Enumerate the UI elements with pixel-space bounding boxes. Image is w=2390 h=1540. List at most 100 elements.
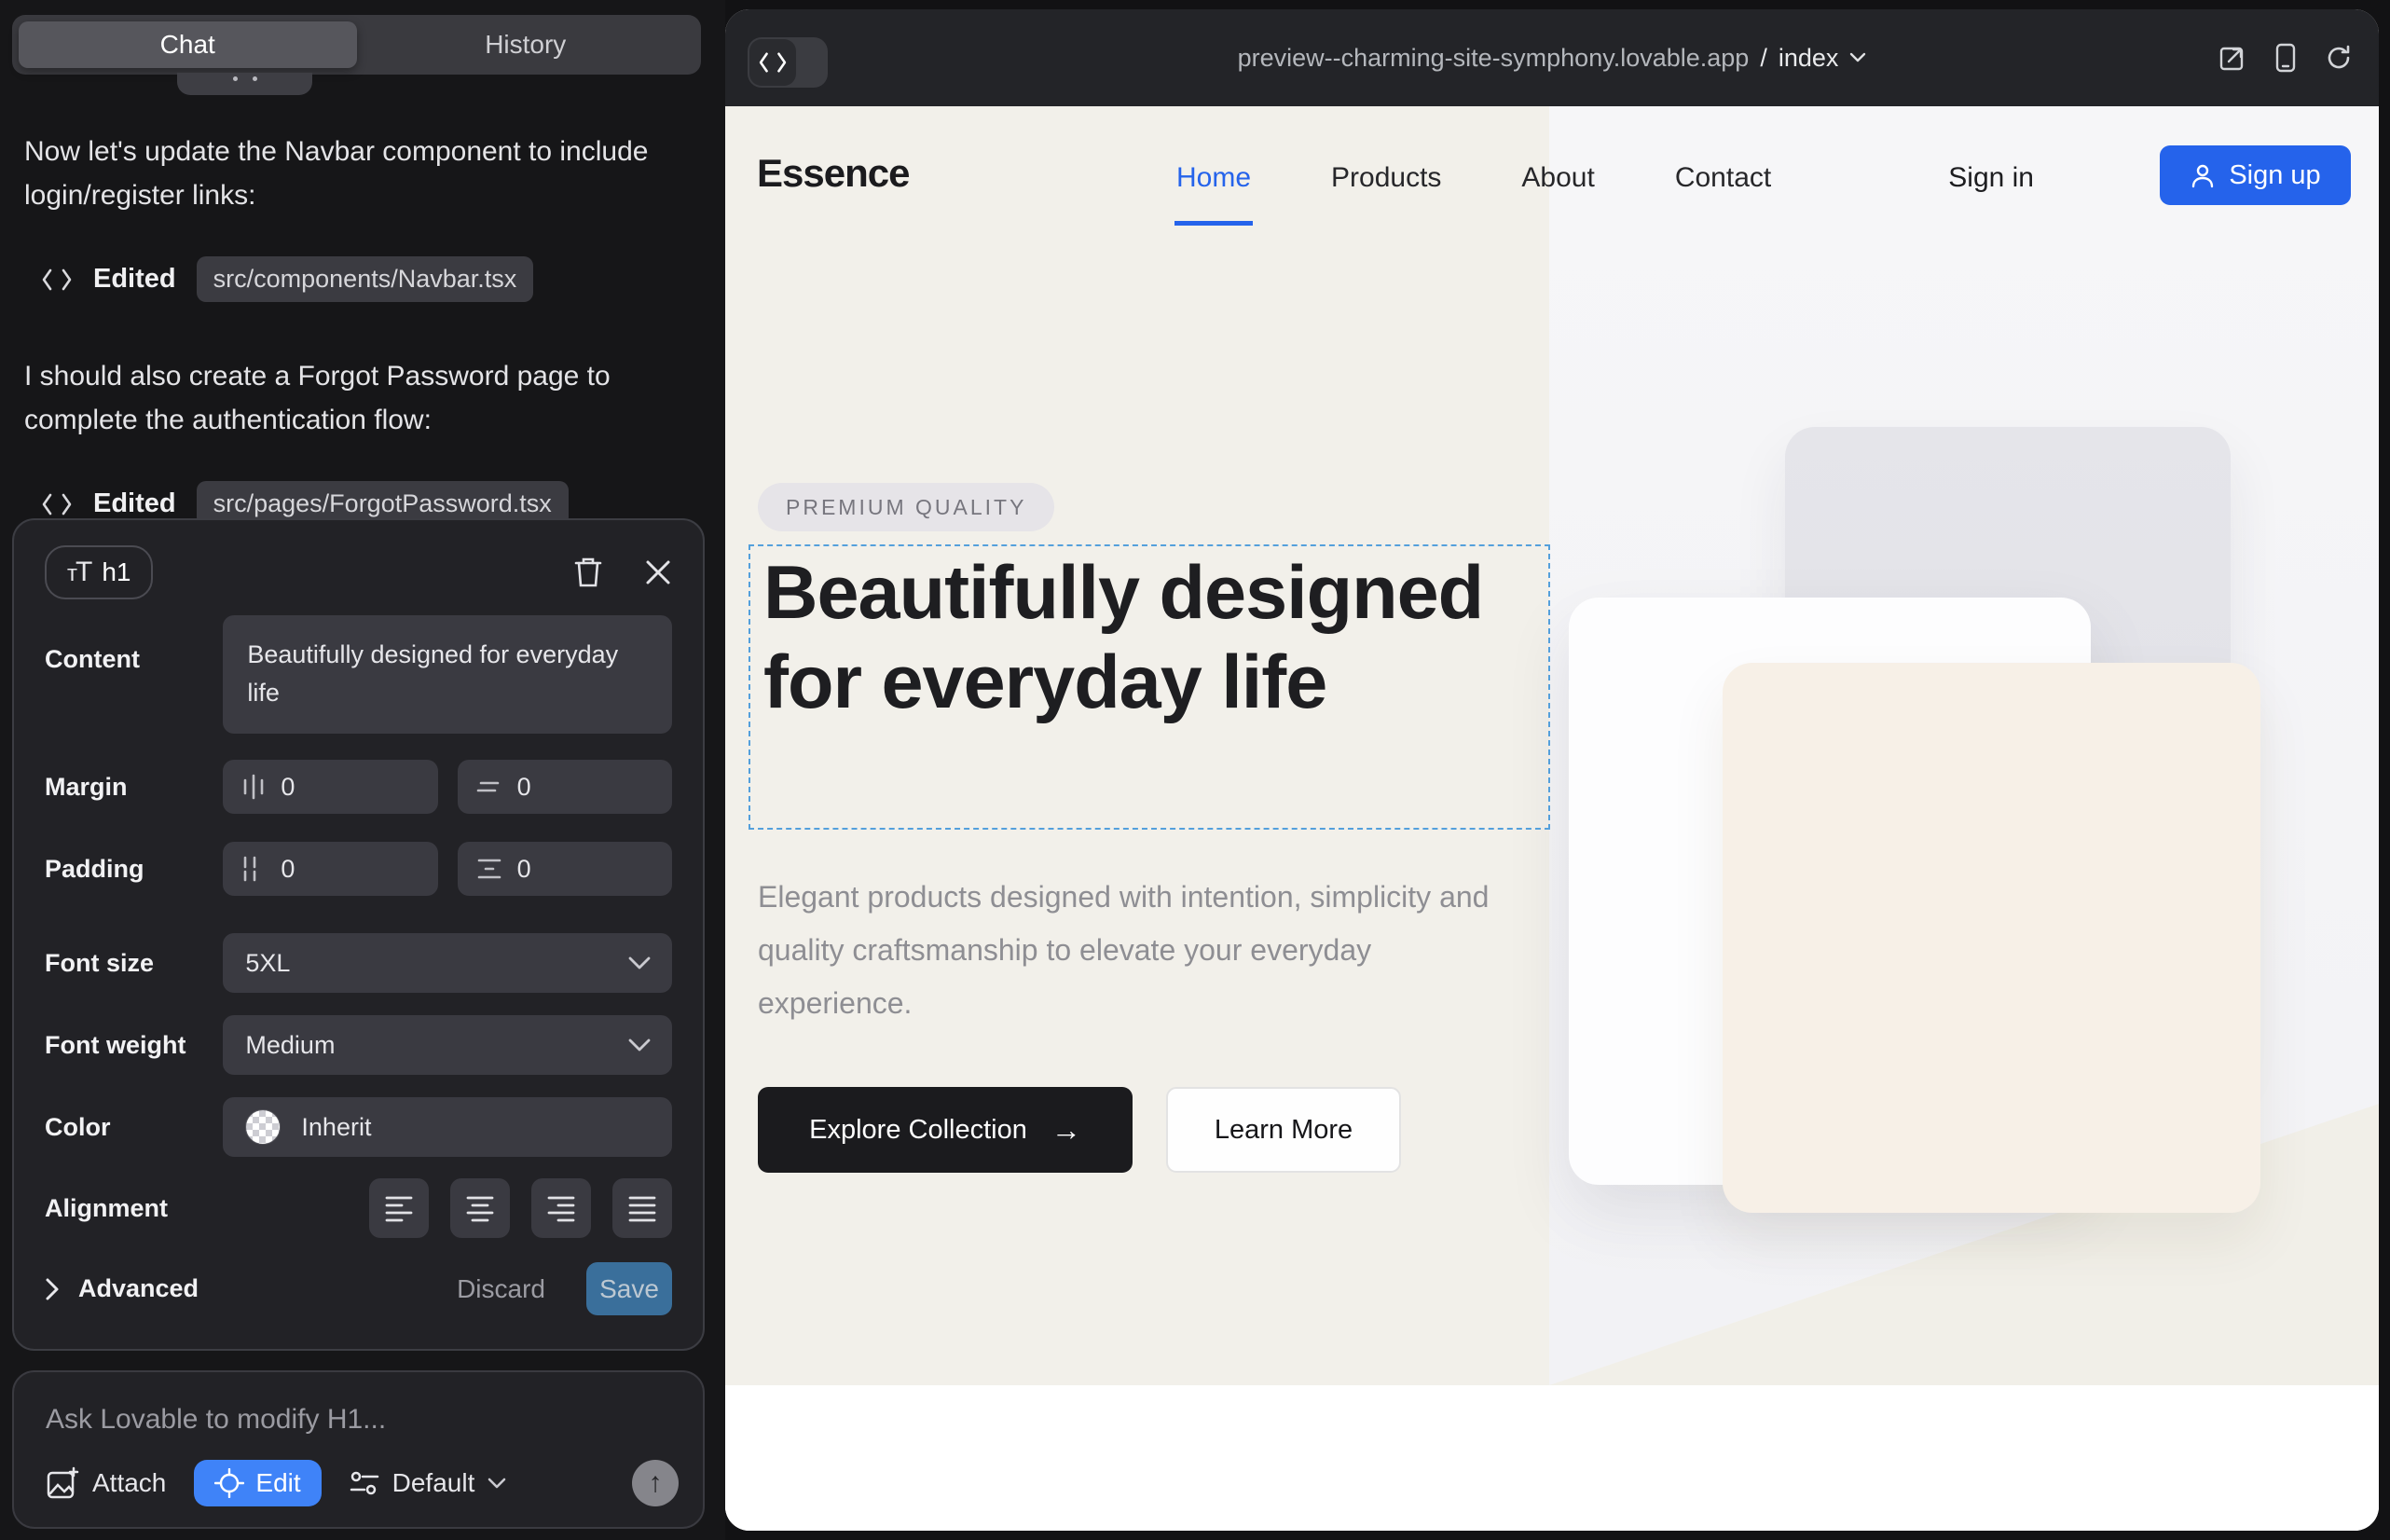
- refresh-icon[interactable]: [2325, 44, 2353, 72]
- site-logo[interactable]: Essence: [757, 151, 909, 196]
- align-center-icon: [465, 1193, 495, 1223]
- align-left-button[interactable]: [369, 1178, 429, 1238]
- edited-file-chip[interactable]: src/components/Navbar.tsx: [197, 256, 534, 302]
- content-textarea[interactable]: Beautifully designed for everyday life: [223, 615, 672, 734]
- premium-quality-badge: PREMIUM QUALITY: [758, 483, 1054, 531]
- trash-icon[interactable]: [573, 556, 603, 589]
- chat-messages: Now let's update the Navbar component to…: [24, 130, 692, 579]
- selected-h1-outline[interactable]: Beautifully designed for everyday life: [749, 544, 1550, 830]
- margin-horizontal-icon: [241, 774, 266, 800]
- chevron-down-icon: [488, 1478, 506, 1490]
- preview-domain: preview--charming-site-symphony.lovable.…: [1238, 44, 1750, 73]
- align-justify-icon: [627, 1193, 657, 1223]
- site-navbar: Essence Home Products About Contact Sign…: [725, 106, 2379, 283]
- hero-heading: Beautifully designed for everyday life: [763, 548, 1537, 727]
- padding-row: Padding 0 0: [45, 842, 672, 896]
- tab-chat[interactable]: Chat: [19, 21, 357, 68]
- chat-history-tabbar: Chat History: [12, 15, 701, 75]
- align-center-button[interactable]: [450, 1178, 510, 1238]
- font-size-select[interactable]: 5XL: [223, 933, 672, 993]
- font-size-row: Font size 5XL: [45, 933, 672, 993]
- chat-sidebar: Chat History Now let's update the Navbar…: [0, 0, 725, 1540]
- tab-history[interactable]: History: [357, 21, 695, 68]
- arrow-right-icon: →: [1051, 1113, 1081, 1148]
- mobile-view-icon[interactable]: [2274, 43, 2297, 73]
- learn-more-button[interactable]: Learn More: [1166, 1087, 1401, 1173]
- nav-link-contact[interactable]: Contact: [1675, 162, 1771, 194]
- selected-element-pill[interactable]: тT h1: [45, 545, 153, 599]
- text-type-icon: тT: [67, 557, 90, 588]
- edited-file-row: Edited src/components/Navbar.tsx: [41, 256, 692, 302]
- selected-element-tag: h1: [102, 557, 130, 587]
- content-row: Content Beautifully designed for everyda…: [45, 615, 672, 734]
- sign-up-button[interactable]: Sign up: [2160, 145, 2351, 205]
- edited-label: Edited: [93, 488, 176, 519]
- path-separator: /: [1760, 44, 1767, 73]
- nav-link-about[interactable]: About: [1521, 162, 1594, 194]
- color-row: Color Inherit: [45, 1097, 672, 1157]
- scrolled-chip-partial: [177, 73, 312, 95]
- chevron-down-icon: [627, 956, 652, 970]
- margin-x-input[interactable]: 0: [223, 760, 437, 814]
- font-weight-row: Font weight Medium: [45, 1015, 672, 1075]
- composer-input[interactable]: Ask Lovable to modify H1...: [46, 1404, 386, 1436]
- model-default-select[interactable]: Default: [350, 1468, 507, 1498]
- editor-header: тT h1: [45, 543, 672, 602]
- font-size-label: Font size: [45, 949, 223, 978]
- element-editor-panel: тT h1 Content Beautifully designed for e…: [12, 518, 705, 1351]
- font-weight-select[interactable]: Medium: [223, 1015, 672, 1075]
- preview-pane: preview--charming-site-symphony.lovable.…: [725, 9, 2379, 1531]
- color-select[interactable]: Inherit: [223, 1097, 672, 1157]
- target-icon: [214, 1468, 244, 1498]
- margin-label: Margin: [45, 773, 223, 802]
- hero-decor-cream-card: [1723, 663, 2260, 1213]
- align-justify-button[interactable]: [612, 1178, 672, 1238]
- edited-label: Edited: [93, 264, 176, 295]
- attach-image-icon: [46, 1466, 79, 1500]
- arrow-up-icon: ↑: [649, 1467, 663, 1499]
- attach-button[interactable]: Attach: [46, 1466, 166, 1500]
- section-below-hero: [725, 1385, 2379, 1531]
- site-viewport: Essence Home Products About Contact Sign…: [725, 106, 2379, 1531]
- explore-collection-button[interactable]: Explore Collection →: [758, 1087, 1133, 1173]
- nav-link-home[interactable]: Home: [1176, 162, 1251, 194]
- sign-in-link[interactable]: Sign in: [1948, 162, 2034, 194]
- close-icon[interactable]: [644, 558, 672, 586]
- alignment-row: Alignment: [45, 1178, 672, 1238]
- margin-vertical-icon: [476, 775, 502, 799]
- color-label: Color: [45, 1113, 223, 1142]
- chevron-down-icon: [1849, 52, 1866, 63]
- sliders-icon: [350, 1469, 379, 1497]
- padding-x-input[interactable]: 0: [223, 842, 437, 896]
- advanced-toggle[interactable]: Advanced: [45, 1274, 199, 1303]
- assistant-message: Now let's update the Navbar component to…: [24, 130, 667, 217]
- edit-mode-button[interactable]: Edit: [194, 1460, 321, 1506]
- assistant-message: I should also create a Forgot Password p…: [24, 354, 667, 442]
- padding-label: Padding: [45, 855, 223, 884]
- send-button[interactable]: ↑: [632, 1460, 679, 1506]
- user-icon: [2190, 162, 2216, 188]
- open-external-icon[interactable]: [2218, 44, 2246, 72]
- discard-button[interactable]: Discard: [457, 1274, 545, 1304]
- save-button[interactable]: Save: [586, 1262, 672, 1315]
- font-weight-label: Font weight: [45, 1031, 223, 1060]
- align-left-icon: [384, 1193, 414, 1223]
- margin-row: Margin 0 0: [45, 760, 672, 814]
- preview-page-name: index: [1779, 44, 1839, 73]
- content-label: Content: [45, 645, 223, 674]
- align-right-icon: [546, 1193, 576, 1223]
- padding-horizontal-icon: [241, 856, 266, 882]
- padding-vertical-icon: [476, 857, 502, 881]
- margin-y-input[interactable]: 0: [458, 760, 672, 814]
- padding-y-input[interactable]: 0: [458, 842, 672, 896]
- preview-topbar: preview--charming-site-symphony.lovable.…: [725, 9, 2379, 106]
- hero-paragraph: Elegant products designed with intention…: [758, 871, 1513, 1030]
- nav-link-products[interactable]: Products: [1331, 162, 1441, 194]
- align-right-button[interactable]: [531, 1178, 591, 1238]
- chevron-down-icon: [627, 1038, 652, 1052]
- color-swatch-transparent: [245, 1109, 281, 1145]
- editor-footer: Advanced Discard Save: [45, 1262, 672, 1315]
- chat-composer: Ask Lovable to modify H1... Attach Edit …: [12, 1370, 705, 1529]
- preview-url-bar[interactable]: preview--charming-site-symphony.lovable.…: [725, 9, 2379, 106]
- code-icon: [41, 268, 73, 292]
